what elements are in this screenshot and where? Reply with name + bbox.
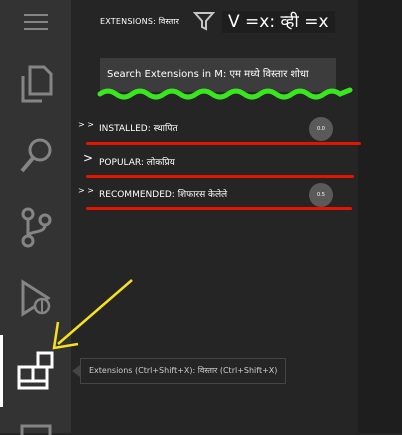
sidebar-title: EXTENSIONS: विस्तार xyxy=(100,17,180,26)
source-control-icon[interactable] xyxy=(0,206,71,248)
extensions-tooltip: Extensions (Ctrl+Shift+X): विस्तार (Ctrl… xyxy=(80,358,287,384)
shortcut-annotation: V =x: व्ही =x xyxy=(222,11,335,33)
menu-icon[interactable] xyxy=(0,12,71,32)
count-badge: 0.5 xyxy=(309,183,333,207)
filter-icon[interactable] xyxy=(192,11,216,35)
search-icon[interactable] xyxy=(0,136,71,176)
chevron-right-icon: > xyxy=(83,151,94,165)
chevron-icon: > > xyxy=(78,186,94,195)
tooltip-pointer xyxy=(72,365,80,377)
activity-bar xyxy=(0,0,71,435)
green-underline-annotation xyxy=(97,87,353,100)
remote-icon[interactable] xyxy=(0,423,71,435)
yellow-arrow-annotation xyxy=(52,279,133,350)
recommended-section[interactable]: > > RECOMMENDED: शिफारस केलेले 0.5 xyxy=(71,182,358,207)
count-badge: 0.0 xyxy=(309,117,333,141)
chevron-icon: > > xyxy=(78,120,94,129)
installed-section[interactable]: > > INSTALLED: स्थापित 0.0 xyxy=(71,116,358,141)
red-underline-annotation xyxy=(86,175,354,178)
red-underline-annotation xyxy=(86,142,361,145)
red-underline-annotation xyxy=(86,207,352,210)
editor-area xyxy=(358,0,402,433)
extensions-icon[interactable] xyxy=(0,350,71,390)
explorer-icon[interactable] xyxy=(0,64,71,104)
section-label: INSTALLED: स्थापित xyxy=(99,124,178,134)
section-label: POPULAR: लोकप्रिय xyxy=(99,158,175,168)
popular-section[interactable]: > POPULAR: लोकप्रिय xyxy=(71,150,358,174)
section-label: RECOMMENDED: शिफारस केलेले xyxy=(99,190,228,200)
